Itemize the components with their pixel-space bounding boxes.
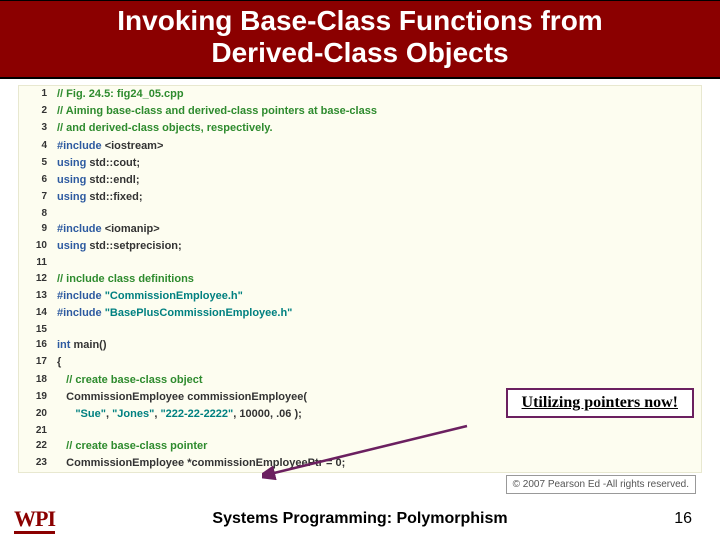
line-number: 5: [19, 155, 57, 172]
code-text: // include class definitions: [57, 271, 701, 288]
line-number: 6: [19, 172, 57, 189]
line-number: 1: [19, 86, 57, 103]
code-line: 10using std::setprecision;: [19, 238, 701, 255]
code-text: // Fig. 24.5: fig24_05.cpp: [57, 86, 701, 103]
line-number: 10: [19, 238, 57, 255]
code-line: 2// Aiming base-class and derived-class …: [19, 103, 701, 120]
code-text: [57, 255, 701, 271]
line-number: 20: [19, 406, 57, 423]
code-line: 7using std::fixed;: [19, 189, 701, 206]
line-number: 9: [19, 221, 57, 238]
code-text: // create base-class object: [57, 372, 701, 389]
code-line: 17{: [19, 354, 701, 371]
code-text: {: [57, 354, 701, 371]
line-number: 19: [19, 389, 57, 406]
line-number: 12: [19, 271, 57, 288]
code-line: 23 CommissionEmployee *commissionEmploye…: [19, 455, 701, 472]
code-text: using std::endl;: [57, 172, 701, 189]
code-text: // and derived-class objects, respective…: [57, 120, 701, 137]
code-text: #include <iomanip>: [57, 221, 701, 238]
line-number: 21: [19, 423, 57, 439]
line-number: 14: [19, 305, 57, 322]
slide-title-bar: Invoking Base-Class Functions from Deriv…: [0, 0, 720, 79]
callout-text: Utilizing pointers now!: [522, 394, 678, 411]
line-number: 11: [19, 255, 57, 271]
code-line: 3// and derived-class objects, respectiv…: [19, 120, 701, 137]
line-number: 13: [19, 288, 57, 305]
code-line: 15: [19, 322, 701, 338]
code-line: 9#include <iomanip>: [19, 221, 701, 238]
code-text: #include "BasePlusCommissionEmployee.h": [57, 305, 701, 322]
code-text: [57, 206, 701, 222]
code-text: CommissionEmployee *commissionEmployeePt…: [57, 455, 701, 472]
line-number: 16: [19, 337, 57, 354]
line-number: 23: [19, 455, 57, 472]
code-text: int main(): [57, 337, 701, 354]
line-number: 8: [19, 206, 57, 222]
code-text: using std::fixed;: [57, 189, 701, 206]
slide-title: Invoking Base-Class Functions from Deriv…: [10, 5, 710, 69]
line-number: 3: [19, 120, 57, 137]
code-text: using std::setprecision;: [57, 238, 701, 255]
line-number: 15: [19, 322, 57, 338]
code-line: 22 // create base-class pointer: [19, 438, 701, 455]
code-line: 1// Fig. 24.5: fig24_05.cpp: [19, 86, 701, 103]
copyright-badge: © 2007 Pearson Ed -All rights reserved.: [506, 475, 696, 494]
line-number: 22: [19, 438, 57, 455]
code-line: 13#include "CommissionEmployee.h": [19, 288, 701, 305]
code-line: 4#include <iostream>: [19, 138, 701, 155]
code-text: using std::cout;: [57, 155, 701, 172]
code-text: // Aiming base-class and derived-class p…: [57, 103, 701, 120]
page-number: 16: [674, 510, 692, 528]
code-text: [57, 322, 701, 338]
footer-caption: Systems Programming: Polymorphism: [0, 510, 720, 528]
code-line: 21: [19, 423, 701, 439]
line-number: 18: [19, 372, 57, 389]
code-line: 5using std::cout;: [19, 155, 701, 172]
line-number: 7: [19, 189, 57, 206]
line-number: 2: [19, 103, 57, 120]
code-line: 16int main(): [19, 337, 701, 354]
code-line: 6using std::endl;: [19, 172, 701, 189]
callout-box: Utilizing pointers now!: [506, 388, 694, 418]
code-line: 12// include class definitions: [19, 271, 701, 288]
code-line: 18 // create base-class object: [19, 372, 701, 389]
title-line-2: Derived-Class Objects: [211, 37, 508, 68]
code-text: #include <iostream>: [57, 138, 701, 155]
line-number: 4: [19, 138, 57, 155]
code-line: 11: [19, 255, 701, 271]
code-text: [57, 423, 701, 439]
code-line: 14#include "BasePlusCommissionEmployee.h…: [19, 305, 701, 322]
code-text: #include "CommissionEmployee.h": [57, 288, 701, 305]
code-text: // create base-class pointer: [57, 438, 701, 455]
title-line-1: Invoking Base-Class Functions from: [117, 5, 602, 36]
code-line: 8: [19, 206, 701, 222]
line-number: 17: [19, 354, 57, 371]
